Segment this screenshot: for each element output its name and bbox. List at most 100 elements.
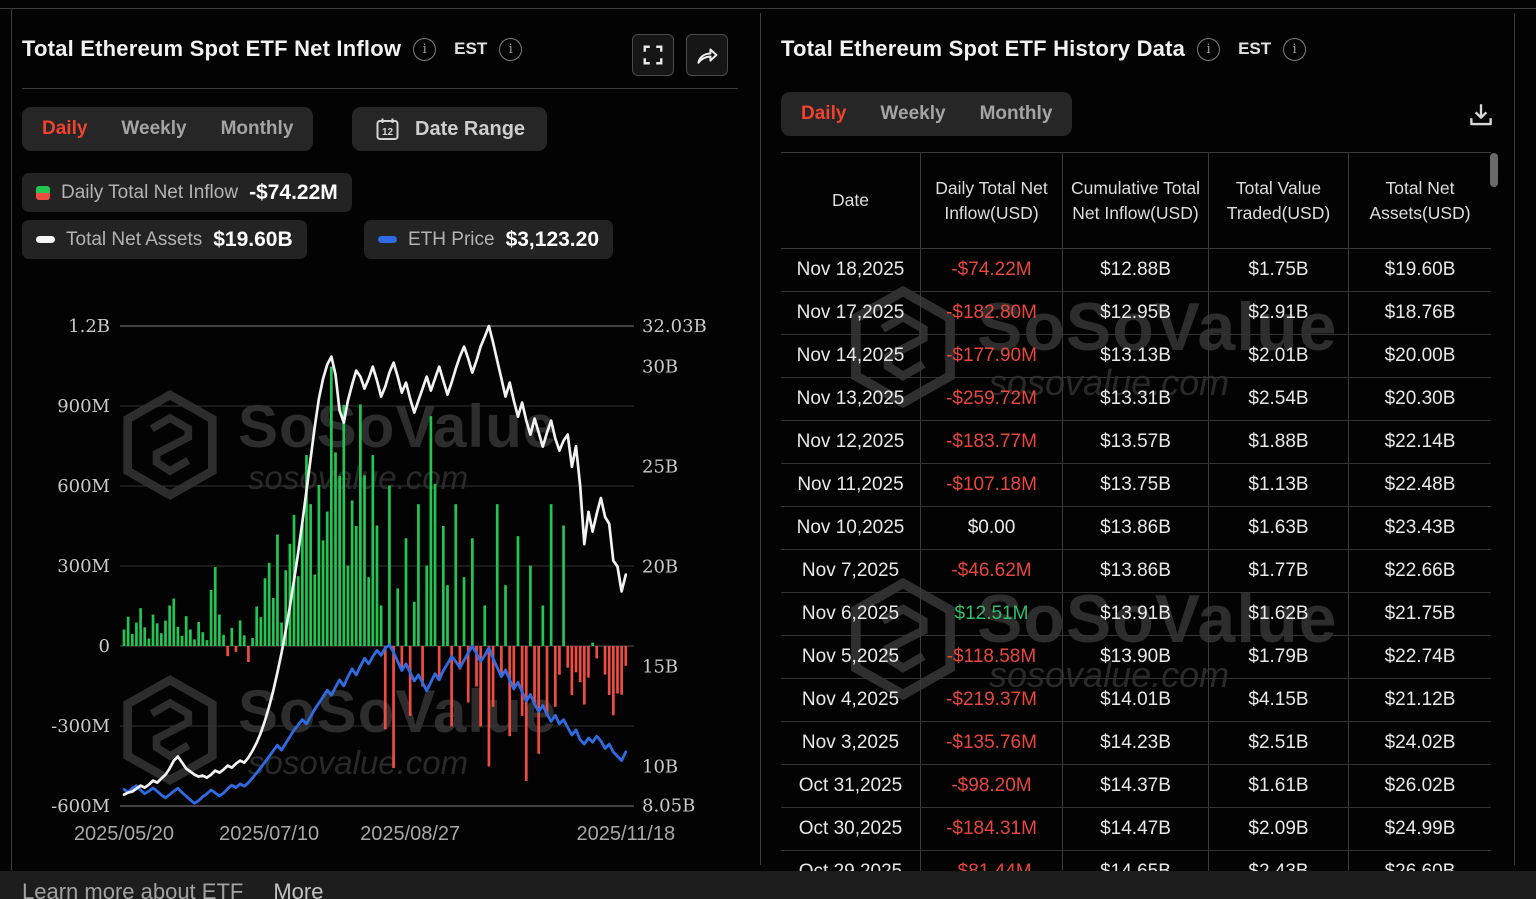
more-link[interactable]: More	[273, 879, 323, 899]
download-button[interactable]	[1466, 100, 1496, 130]
table-header-cell: Cumulative Total Net Inflow(USD)	[1062, 153, 1208, 248]
table-cell: Nov 13,2025	[796, 388, 905, 409]
date-range-label: Date Range	[415, 117, 526, 140]
table-cell: -$177.90M	[920, 335, 1062, 377]
table-cell: $2.09B	[1208, 808, 1348, 850]
table-cell: $1.63B	[1208, 507, 1348, 549]
table-cell: $1.88B	[1208, 421, 1348, 463]
table-row: Nov 5,2025 -$118.58M $13.90B $1.79B $22.74B	[781, 636, 1491, 679]
svg-text:15B: 15B	[642, 657, 678, 678]
table-cell: $13.75B	[1062, 464, 1208, 506]
svg-text:8.05B: 8.05B	[642, 796, 695, 817]
table-cell: $13.13B	[1062, 335, 1208, 377]
table-header-cell: Total Net Assets(USD)	[1348, 153, 1491, 248]
legend-daily-net-inflow[interactable]: Daily Total Net Inflow -$74.22M	[22, 173, 352, 212]
table-cell: $14.01B	[1062, 679, 1208, 721]
table-row: Nov 12,2025 -$183.77M $13.57B $1.88B $22.14B	[781, 421, 1491, 464]
svg-text:30B: 30B	[642, 357, 678, 378]
svg-text:300M: 300M	[57, 556, 110, 577]
legend-total-net-assets[interactable]: Total Net Assets $19.60B	[22, 220, 307, 259]
table-cell: $12.95B	[1062, 292, 1208, 334]
table-row: Oct 31,2025 -$98.20M $14.37B $1.61B $26.02B	[781, 765, 1491, 808]
table-cell: $1.62B	[1208, 593, 1348, 635]
table-cell: $14.65B	[1062, 851, 1208, 871]
table-cell: $0.00	[920, 507, 1062, 549]
table-cell: $22.74B	[1348, 636, 1491, 678]
legend-value: $19.60B	[213, 227, 293, 251]
table-cell: $20.00B	[1348, 335, 1491, 377]
svg-text:1.2B: 1.2B	[68, 316, 110, 337]
table-title: Total Ethereum Spot ETF History Data	[781, 36, 1186, 61]
svg-text:900M: 900M	[57, 396, 110, 417]
table-cell: Oct 29,2025	[781, 851, 920, 871]
date-range-button[interactable]: 12 Date Range	[352, 107, 548, 151]
table-cell: $13.90B	[1062, 636, 1208, 678]
tab-weekly[interactable]: Weekly	[880, 103, 945, 125]
table-row: Nov 13,2025 -$259.72M $13.31B $2.54B $20.30B	[781, 378, 1491, 421]
table-row: Nov 7,2025 -$46.62M $13.86B $1.77B $22.66B	[781, 550, 1491, 593]
table-cell: -$46.62M	[920, 550, 1062, 592]
learn-more-text: Learn more about ETF	[22, 879, 244, 899]
est-label: EST	[1238, 39, 1272, 58]
svg-text:-600M: -600M	[51, 796, 110, 817]
svg-text:32.03B: 32.03B	[642, 316, 707, 337]
table-cell: -$259.72M	[920, 378, 1062, 420]
table-cell: $1.13B	[1208, 464, 1348, 506]
table-cell: -$219.37M	[920, 679, 1062, 721]
table-cell: $13.57B	[1062, 421, 1208, 463]
svg-text:-300M: -300M	[51, 716, 110, 737]
table-cell: $26.02B	[1348, 765, 1491, 807]
info-icon[interactable]: i	[499, 37, 523, 61]
tab-weekly[interactable]: Weekly	[121, 118, 186, 140]
table-row: Nov 18,2025 -$74.22M $12.88B $1.75B $19.60B	[781, 249, 1491, 292]
table-cell: $12.88B	[1062, 249, 1208, 291]
table-cell: $2.54B	[1208, 378, 1348, 420]
table-cell: $24.99B	[1348, 808, 1491, 850]
download-icon	[1470, 104, 1492, 126]
tab-daily[interactable]: Daily	[801, 103, 846, 125]
tab-monthly[interactable]: Monthly	[221, 118, 294, 140]
table-cell: -$107.18M	[920, 464, 1062, 506]
info-icon[interactable]: i	[413, 37, 437, 61]
table-cell: $2.43B	[1208, 851, 1348, 871]
table-cell: $2.01B	[1208, 335, 1348, 377]
svg-text:12: 12	[382, 127, 394, 138]
table-row: Nov 10,2025 $0.00 $13.86B $1.63B $23.43B	[781, 507, 1491, 550]
svg-text:20B: 20B	[642, 557, 678, 578]
table-cell: Nov 6,2025	[801, 603, 900, 624]
etf-inflow-chart[interactable]: 1.2B 900M 600M 300M 0 -300M -600M 32.03B 30B 25B 2…	[12, 300, 760, 852]
table-cell: Nov 5,2025	[801, 646, 900, 667]
table-scrollbar[interactable]	[1490, 153, 1498, 187]
share-button[interactable]	[686, 34, 728, 76]
svg-text:2025/07/10: 2025/07/10	[219, 823, 319, 845]
tab-monthly[interactable]: Monthly	[980, 103, 1053, 125]
eth-line-swatch-icon	[378, 236, 397, 243]
table-cell: Nov 7,2025	[801, 560, 900, 581]
table-cell: $4.15B	[1208, 679, 1348, 721]
fullscreen-button[interactable]	[632, 34, 674, 76]
page-title: Total Ethereum Spot ETF Net Inflow	[22, 36, 402, 61]
legend-eth-price[interactable]: ETH Price $3,123.20	[364, 220, 614, 259]
table-cell: Nov 14,2025	[796, 345, 905, 366]
table-header-cell: Daily Total Net Inflow(USD)	[920, 153, 1062, 248]
info-icon[interactable]: i	[1283, 37, 1307, 61]
svg-text:10B: 10B	[642, 757, 678, 778]
table-cell: $26.60B	[1348, 851, 1491, 871]
table-cell: $18.76B	[1348, 292, 1491, 334]
table-cell: Oct 31,2025	[798, 775, 903, 796]
table-cell: -$81.44M	[920, 851, 1062, 871]
inflow-swatch-icon	[36, 185, 50, 200]
table-cell: $2.51B	[1208, 722, 1348, 764]
table-cell: $22.66B	[1348, 550, 1491, 592]
svg-text:2025/05/20: 2025/05/20	[74, 823, 174, 845]
table-cell: $1.61B	[1208, 765, 1348, 807]
legend-label: ETH Price	[408, 228, 495, 250]
table-cell: $23.43B	[1348, 507, 1491, 549]
table-cell: $1.77B	[1208, 550, 1348, 592]
legend-label: Daily Total Net Inflow	[61, 181, 239, 203]
table-cell: Nov 4,2025	[801, 689, 900, 710]
table-cell: $13.31B	[1062, 378, 1208, 420]
info-icon[interactable]: i	[1197, 37, 1221, 61]
tab-daily[interactable]: Daily	[42, 118, 87, 140]
fullscreen-icon	[643, 45, 663, 65]
